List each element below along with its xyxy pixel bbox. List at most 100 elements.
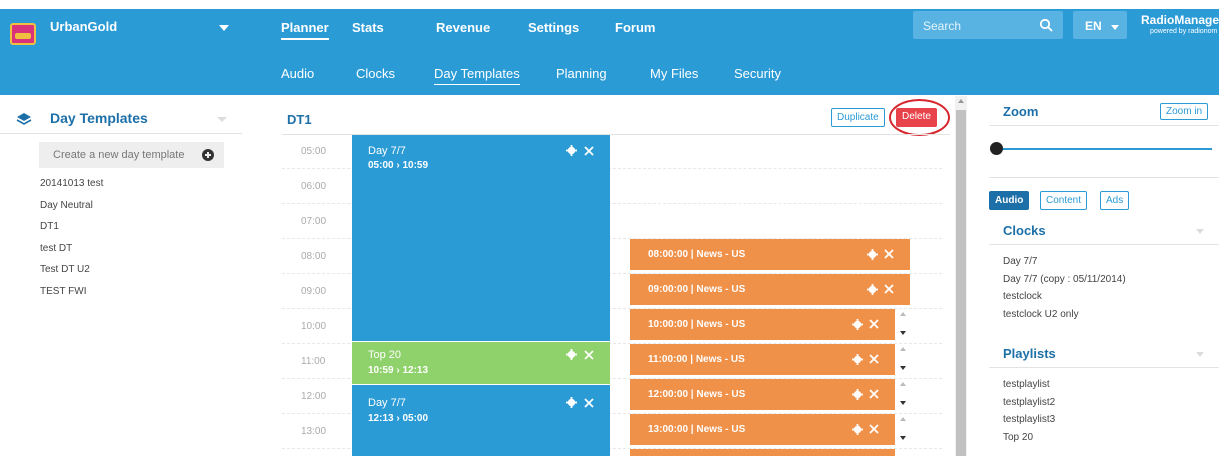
brand-dropdown-icon[interactable] xyxy=(219,25,229,31)
scroll-up-icon[interactable] xyxy=(958,99,964,103)
hour-label: 11:00 xyxy=(301,356,326,367)
clock-block-time: 12:13 › 05:00 xyxy=(368,413,429,424)
clocks-section-title[interactable]: Clocks xyxy=(1003,223,1046,238)
subnav-clocks[interactable]: Clocks xyxy=(356,66,395,81)
item-scroll-arrows[interactable] xyxy=(897,414,909,445)
news-event-item[interactable]: 13:00:00 | News - US xyxy=(630,414,895,445)
clock-block-name: Top 20 xyxy=(368,349,402,361)
news-event-item[interactable]: 11:00:00 | News - US xyxy=(630,344,895,375)
search-icon[interactable] xyxy=(1039,18,1053,32)
news-event-label: 11:00:00 | News - US xyxy=(648,354,745,365)
zoom-slider-handle[interactable] xyxy=(990,142,1003,155)
nav-forum[interactable]: Forum xyxy=(615,20,655,35)
gear-icon[interactable] xyxy=(867,249,878,260)
clock-block-name: Day 7/7 xyxy=(368,145,406,157)
clock-block-time: 10:59 › 12:13 xyxy=(368,365,429,376)
subnav-my-files[interactable]: My Files xyxy=(650,66,698,81)
tab-audio[interactable]: Audio xyxy=(989,191,1030,210)
duplicate-button[interactable]: Duplicate xyxy=(831,108,885,127)
chevron-down-icon xyxy=(1111,25,1119,30)
close-icon[interactable] xyxy=(884,284,894,294)
language-selector[interactable]: EN xyxy=(1073,11,1127,39)
item-scroll-arrows[interactable] xyxy=(897,344,909,375)
zoom-slider-track[interactable] xyxy=(996,148,1212,150)
gear-icon[interactable] xyxy=(852,389,863,400)
nav-planner[interactable]: Planner xyxy=(281,20,329,40)
editor-scrollbar[interactable] xyxy=(955,96,967,456)
playlist-list-item[interactable]: testplaylist3 xyxy=(1003,413,1055,431)
day-template-item[interactable]: Day Neutral xyxy=(40,198,103,220)
item-scroll-arrows[interactable] xyxy=(897,379,909,410)
clock-block[interactable]: Day 7/7 12:13 › 05:00 xyxy=(352,385,610,456)
clock-block-time: 05:00 › 10:59 xyxy=(368,160,429,171)
news-event-item-partial[interactable] xyxy=(630,449,895,456)
gear-icon[interactable] xyxy=(852,319,863,330)
day-template-item[interactable]: Test DT U2 xyxy=(40,262,103,284)
close-icon[interactable] xyxy=(584,350,594,360)
subnav-audio[interactable]: Audio xyxy=(281,66,314,81)
playlists-section-title[interactable]: Playlists xyxy=(1003,346,1056,361)
divider xyxy=(989,244,1219,245)
chevron-down-icon[interactable] xyxy=(1196,352,1204,357)
gear-icon[interactable] xyxy=(566,397,577,408)
day-template-item[interactable]: test DT xyxy=(40,241,103,263)
zoom-in-button[interactable]: Zoom in xyxy=(1160,103,1209,120)
delete-highlight-annotation xyxy=(889,99,950,136)
add-circle-icon xyxy=(202,149,214,161)
news-event-item[interactable]: 08:00:00 | News - US xyxy=(630,239,910,270)
tab-ads[interactable]: Ads xyxy=(1100,191,1130,210)
scrollbar-thumb[interactable] xyxy=(956,110,966,456)
language-label: EN xyxy=(1085,19,1102,33)
close-icon[interactable] xyxy=(884,249,894,259)
zoom-title: Zoom xyxy=(1003,104,1039,119)
clock-block[interactable]: Day 7/7 05:00 › 10:59 xyxy=(352,135,610,341)
gear-icon[interactable] xyxy=(867,284,878,295)
brand-logo[interactable] xyxy=(10,23,36,45)
create-day-template-button[interactable]: Create a new day template xyxy=(39,142,224,168)
hour-label: 08:00 xyxy=(301,251,327,262)
nav-stats[interactable]: Stats xyxy=(352,20,384,35)
playlist-list-item[interactable]: Top 20 xyxy=(1003,431,1055,449)
clock-list-item[interactable]: Day 7/7 (copy : 05/11/2014) xyxy=(1003,273,1126,291)
gear-icon[interactable] xyxy=(852,424,863,435)
nav-settings[interactable]: Settings xyxy=(528,20,579,35)
close-icon[interactable] xyxy=(869,354,879,364)
gear-icon[interactable] xyxy=(566,145,577,156)
item-scroll-arrows[interactable] xyxy=(897,309,909,340)
playlist-list-item[interactable]: testplaylist2 xyxy=(1003,396,1055,414)
news-event-item[interactable]: 09:00:00 | News - US xyxy=(630,274,910,305)
tab-content[interactable]: Content xyxy=(1040,191,1088,210)
clock-list-item[interactable]: testclock U2 only xyxy=(1003,308,1126,326)
hour-label: 07:00 xyxy=(301,216,327,227)
nav-revenue[interactable]: Revenue xyxy=(436,20,490,35)
day-template-item[interactable]: 20141013 test xyxy=(40,176,103,198)
layers-icon xyxy=(16,113,32,125)
close-icon[interactable] xyxy=(869,389,879,399)
chevron-down-icon[interactable] xyxy=(217,117,227,122)
search-input[interactable]: Search xyxy=(913,11,1063,39)
subnav-day-templates[interactable]: Day Templates xyxy=(434,66,520,85)
top-navbar: UrbanGold Planner Stats Revenue Settings… xyxy=(0,9,1219,49)
news-event-label: 10:00:00 | News - US xyxy=(648,319,746,330)
news-event-item[interactable]: 10:00:00 | News - US xyxy=(630,309,895,340)
subnav-security[interactable]: Security xyxy=(734,66,781,81)
clock-list-item[interactable]: Day 7/7 xyxy=(1003,255,1126,273)
close-icon[interactable] xyxy=(584,146,594,156)
close-icon[interactable] xyxy=(869,319,879,329)
gear-icon[interactable] xyxy=(852,354,863,365)
clock-list-item[interactable]: testclock xyxy=(1003,290,1126,308)
day-template-item[interactable]: TEST FWI xyxy=(40,284,103,306)
subnav-planning[interactable]: Planning xyxy=(556,66,607,81)
chevron-down-icon[interactable] xyxy=(1196,229,1204,234)
clock-block[interactable]: Top 20 10:59 › 12:13 xyxy=(352,342,610,384)
brand-name[interactable]: UrbanGold xyxy=(50,19,117,34)
hour-label: 10:00 xyxy=(301,321,327,332)
close-icon[interactable] xyxy=(584,398,594,408)
gear-icon[interactable] xyxy=(566,349,577,360)
close-icon[interactable] xyxy=(869,424,879,434)
hour-label: 05:00 xyxy=(301,146,327,157)
news-event-item[interactable]: 12:00:00 | News - US xyxy=(630,379,895,410)
day-template-item[interactable]: DT1 xyxy=(40,219,103,241)
news-event-label: 08:00:00 | News - US xyxy=(648,249,746,260)
playlist-list-item[interactable]: testplaylist xyxy=(1003,378,1055,396)
